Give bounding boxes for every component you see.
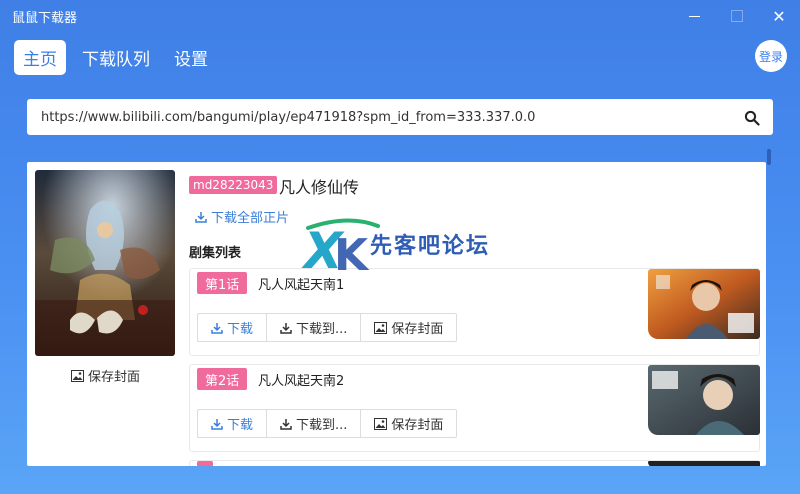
image-icon	[374, 417, 388, 430]
episode-thumbnail	[648, 269, 760, 339]
episode-card: 第2话 凡人风起天南2 下载 下载到... 保存封面	[189, 364, 760, 452]
tab-home[interactable]: 主页	[14, 40, 66, 75]
media-panel: 保存封面 md28223043 凡人修仙传 下载全部正片 剧集列表 第1话 凡人…	[27, 162, 766, 466]
episode-thumbnail	[648, 461, 760, 466]
episode-card: 第1话 凡人风起天南1 下载 下载到... 保存封面	[189, 268, 760, 356]
search-box	[27, 99, 773, 135]
search-icon[interactable]	[744, 110, 760, 126]
save-cover-label: 保存封面	[88, 370, 141, 385]
download-icon	[211, 418, 223, 430]
episode-list-heading: 剧集列表	[189, 246, 242, 261]
download-all-label: 下载全部正片	[211, 211, 290, 226]
download-icon	[211, 322, 223, 334]
download-icon	[195, 211, 207, 223]
episode-title: 凡人风起天南1	[258, 278, 345, 293]
search-input[interactable]	[27, 99, 727, 135]
episode-thumbnail	[648, 365, 760, 435]
episode-card	[189, 460, 760, 466]
maximize-button[interactable]	[723, 4, 751, 28]
scrollbar-thumb[interactable]	[767, 149, 771, 165]
app-title: 鼠鼠下载器	[12, 11, 78, 26]
episode-download-to-label: 下载到...	[296, 322, 348, 337]
minimize-button[interactable]	[680, 4, 708, 28]
episode-download-to-label: 下载到...	[296, 418, 348, 433]
episode-save-cover-button[interactable]: 保存封面	[361, 410, 456, 437]
episode-download-to-button[interactable]: 下载到...	[267, 314, 362, 341]
tab-settings[interactable]: 设置	[165, 40, 217, 75]
image-icon	[71, 369, 84, 382]
episode-download-to-button[interactable]: 下载到...	[267, 410, 362, 437]
save-cover-button[interactable]: 保存封面	[71, 366, 140, 385]
download-to-icon	[280, 418, 292, 430]
episode-badge: 第1话	[197, 272, 248, 294]
title-bar: 鼠鼠下载器 ✕	[0, 0, 800, 32]
download-to-icon	[280, 322, 292, 334]
episode-download-button[interactable]: 下载	[198, 410, 268, 437]
episode-download-label: 下载	[227, 418, 254, 433]
show-title: 凡人修仙传	[279, 178, 360, 197]
episode-badge	[197, 461, 213, 466]
download-all-button[interactable]: 下载全部正片	[195, 207, 289, 226]
login-button[interactable]: 登录	[755, 40, 787, 72]
episode-save-cover-label: 保存封面	[391, 322, 444, 337]
tab-download-queue[interactable]: 下载队列	[73, 40, 159, 75]
image-icon	[374, 321, 388, 334]
media-id-badge: md28223043	[189, 176, 278, 194]
episode-save-cover-button[interactable]: 保存封面	[361, 314, 456, 341]
episode-download-button[interactable]: 下载	[198, 314, 268, 341]
episode-download-label: 下载	[227, 322, 254, 337]
close-button[interactable]: ✕	[765, 4, 793, 28]
episode-actions: 下载 下载到... 保存封面	[197, 409, 458, 438]
episode-title: 凡人风起天南2	[258, 374, 345, 389]
poster-image	[35, 170, 175, 356]
episode-actions: 下载 下载到... 保存封面	[197, 313, 458, 342]
episode-badge: 第2话	[197, 368, 248, 390]
episode-save-cover-label: 保存封面	[391, 418, 444, 433]
